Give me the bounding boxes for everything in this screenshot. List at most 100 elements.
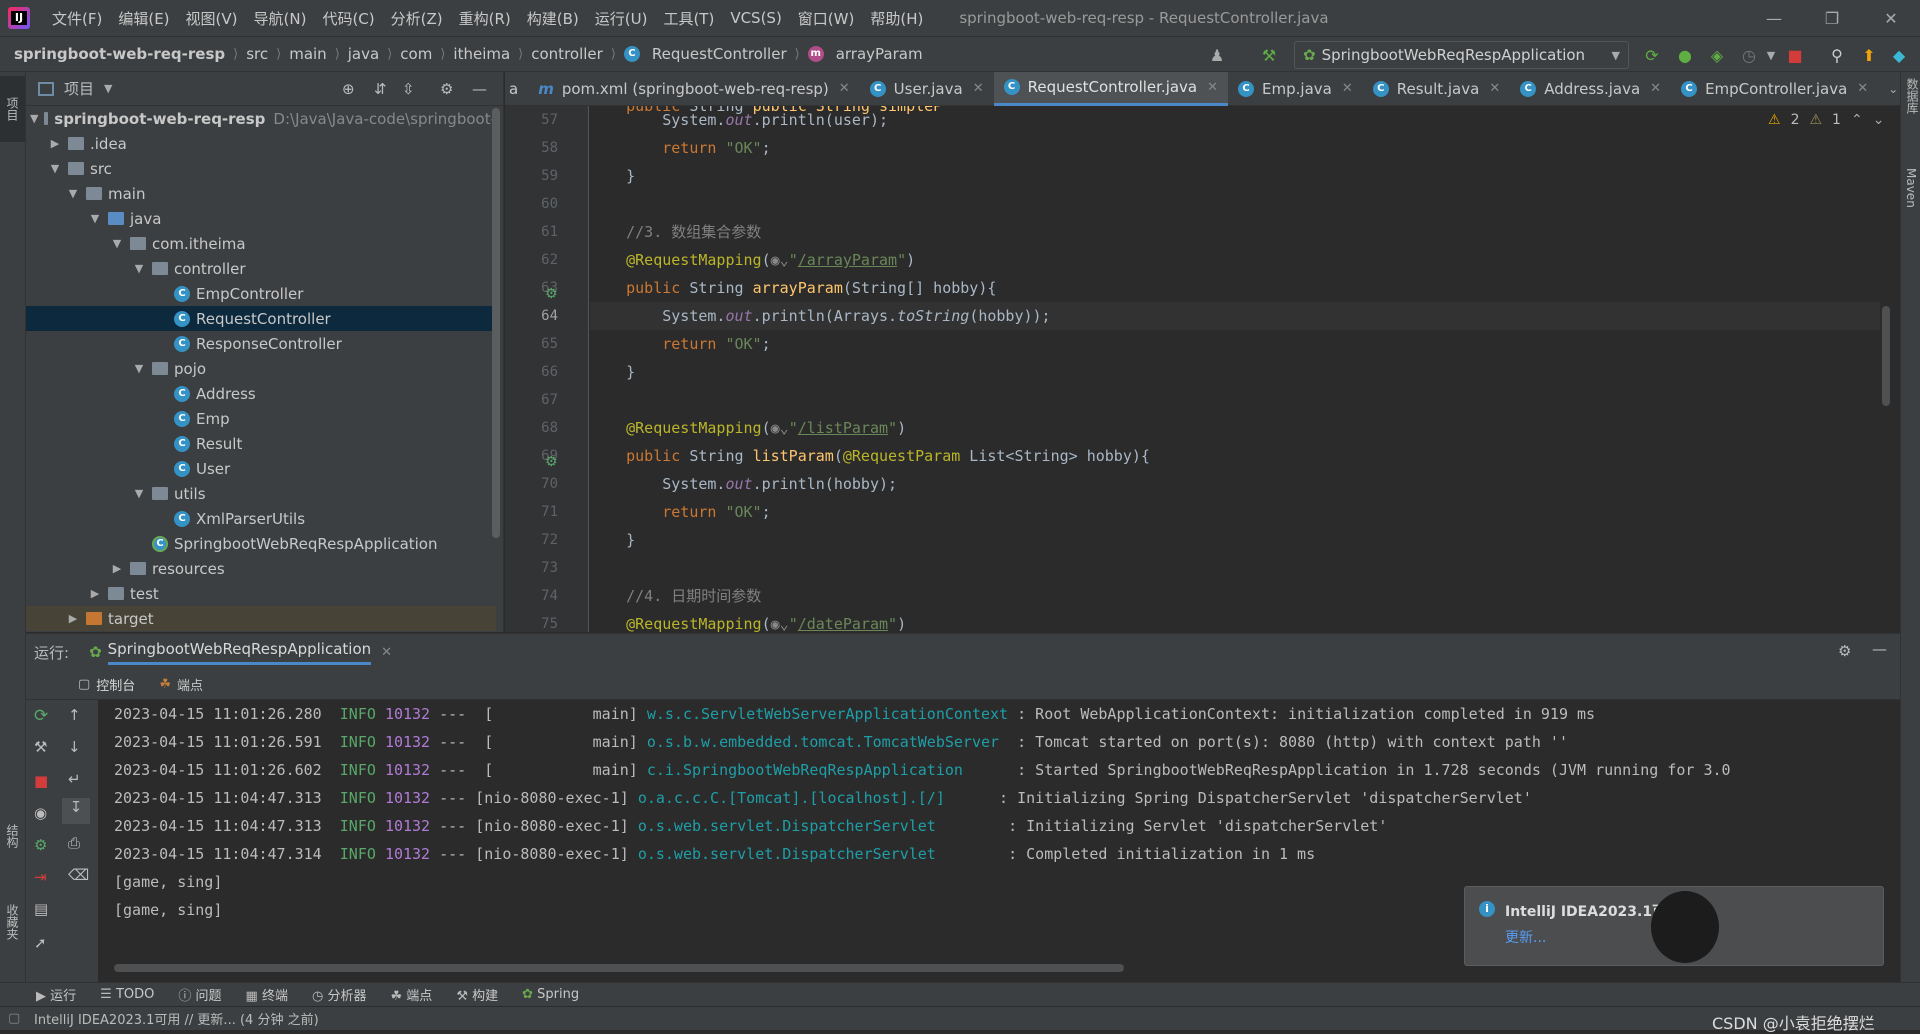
menu-view[interactable]: 视图(V) bbox=[178, 8, 246, 29]
exit-icon[interactable]: ⇥ bbox=[34, 868, 47, 886]
wrench-icon[interactable]: ⚒ bbox=[34, 738, 47, 756]
rerun-icon[interactable]: ⟳ bbox=[1641, 45, 1663, 65]
close-icon[interactable]: ✕ bbox=[1857, 81, 1868, 96]
close-icon[interactable]: ✕ bbox=[973, 81, 984, 96]
tree-item-idea[interactable]: ▶ .idea bbox=[26, 131, 496, 156]
menu-vcs[interactable]: VCS(S) bbox=[722, 9, 789, 27]
tree-item-main[interactable]: ▼ main bbox=[26, 181, 496, 206]
toolbox-icon[interactable]: ◆ bbox=[1888, 45, 1910, 65]
tab-endpoints[interactable]: 端点 bbox=[177, 675, 203, 694]
run-configuration-select[interactable]: ✿ SpringbootWebReqRespApplication ▼ bbox=[1294, 41, 1629, 69]
breadcrumb-controller[interactable]: controller bbox=[527, 45, 607, 63]
tool-endpoints[interactable]: ☘ 端点 bbox=[391, 985, 433, 1004]
menu-tools[interactable]: 工具(T) bbox=[655, 8, 722, 29]
project-tool-button[interactable]: 项目 bbox=[0, 76, 25, 142]
gear-icon[interactable]: ⚙ bbox=[440, 80, 453, 98]
tree-item-utils[interactable]: ▼ utils bbox=[26, 481, 496, 506]
maven-tool-button[interactable]: Maven bbox=[1904, 168, 1918, 212]
code-editor[interactable]: public String public String simpleP Syst… bbox=[590, 106, 1900, 632]
request-mapping-gutter-icon[interactable]: ⚙ bbox=[545, 454, 558, 470]
tree-item-resources[interactable]: ▶ resources bbox=[26, 556, 496, 581]
breadcrumb-src[interactable]: src bbox=[242, 45, 272, 63]
tab-partial[interactable]: a bbox=[505, 72, 528, 106]
tool-todo[interactable]: ☰ TODO bbox=[100, 987, 154, 1002]
update-icon[interactable]: ⬆ bbox=[1858, 45, 1880, 65]
coverage-icon[interactable]: ◈ bbox=[1706, 45, 1728, 65]
close-icon[interactable]: ✕ bbox=[1650, 81, 1661, 96]
minimize-icon[interactable]: — bbox=[1745, 0, 1803, 36]
close-icon[interactable]: ✕ bbox=[1207, 80, 1218, 95]
close-icon[interactable]: ✕ bbox=[381, 645, 392, 660]
menu-window[interactable]: 窗口(W) bbox=[790, 8, 863, 29]
tree-item-root[interactable]: ▼ springboot-web-req-resp D:\Java\Java-c… bbox=[26, 106, 496, 131]
menu-run[interactable]: 运行(U) bbox=[587, 8, 656, 29]
gear-icon[interactable]: ⚙ bbox=[1838, 642, 1851, 660]
menu-refactor[interactable]: 重构(R) bbox=[451, 8, 519, 29]
tool-terminal[interactable]: ▦ 终端 bbox=[246, 985, 288, 1004]
stop-icon[interactable]: ■ bbox=[34, 772, 48, 790]
tree-item-requestcontroller[interactable]: C RequestController bbox=[26, 306, 496, 331]
tool-problems[interactable]: ⓘ 问题 bbox=[178, 985, 221, 1004]
pin-icon[interactable]: ➚ bbox=[34, 934, 47, 952]
tree-item-responsecontroller[interactable]: C ResponseController bbox=[26, 331, 496, 356]
tree-item-result[interactable]: C Result bbox=[26, 431, 496, 456]
database-tool-button[interactable]: 数据库 bbox=[1904, 78, 1920, 118]
tree-item-src[interactable]: ▼ src bbox=[26, 156, 496, 181]
chevron-down-icon[interactable]: ▼ bbox=[104, 82, 112, 95]
tool-profiler[interactable]: ◷ 分析器 bbox=[312, 985, 367, 1004]
expand-all-icon[interactable]: ⇵ bbox=[374, 80, 387, 98]
inspection-widget[interactable]: ⚠ 2 ⚠ 1 ⌃ ⌄ bbox=[1768, 112, 1884, 128]
run-tab-app[interactable]: SpringbootWebReqRespApplication bbox=[107, 640, 372, 665]
close-window-icon[interactable]: ✕ bbox=[1862, 0, 1920, 36]
menu-help[interactable]: 帮助(H) bbox=[862, 8, 931, 29]
tab-empcontroller-java[interactable]: C EmpController.java ✕ bbox=[1671, 72, 1878, 106]
request-mapping-gutter-icon[interactable]: ⚙ bbox=[545, 286, 558, 302]
tree-item-user[interactable]: C User bbox=[26, 456, 496, 481]
menu-build[interactable]: 构建(B) bbox=[519, 8, 587, 29]
prev-issue-icon[interactable]: ⌃ bbox=[1851, 112, 1863, 128]
breadcrumb-class[interactable]: RequestController bbox=[648, 45, 791, 63]
hide-panel-icon[interactable]: — bbox=[1872, 640, 1887, 658]
menu-file[interactable]: 文件(F) bbox=[44, 8, 110, 29]
tab-pom-xml[interactable]: m pom.xml (springboot-web-req-resp) ✕ bbox=[528, 72, 859, 106]
update-link[interactable]: 更新... bbox=[1505, 927, 1546, 947]
tab-result-java[interactable]: C Result.java ✕ bbox=[1363, 72, 1510, 106]
debug-icon[interactable]: ● bbox=[1674, 45, 1696, 65]
arrow-down-icon[interactable]: ↓ bbox=[68, 738, 81, 756]
scroll-to-end-icon[interactable]: ↧ bbox=[62, 798, 90, 824]
breadcrumb-method[interactable]: arrayParam bbox=[832, 45, 927, 63]
next-issue-icon[interactable]: ⌄ bbox=[1873, 112, 1885, 128]
build-hammer-icon[interactable]: ⚒ bbox=[1258, 45, 1280, 65]
user-icon[interactable]: ♟ bbox=[1206, 45, 1228, 65]
tree-item-emp[interactable]: C Emp bbox=[26, 406, 496, 431]
locate-icon[interactable]: ⊕ bbox=[342, 80, 355, 98]
breadcrumb-project[interactable]: springboot-web-req-resp bbox=[0, 45, 229, 63]
profile-icon[interactable]: ◷ bbox=[1738, 45, 1760, 65]
tab-emp-java[interactable]: C Emp.java ✕ bbox=[1228, 72, 1363, 106]
menu-navigate[interactable]: 导航(N) bbox=[246, 8, 315, 29]
menu-analyze[interactable]: 分析(Z) bbox=[383, 8, 451, 29]
debug-icon[interactable]: ⚙ bbox=[34, 836, 47, 854]
tree-item-target[interactable]: ▶ target bbox=[26, 606, 496, 631]
tool-spring[interactable]: ✿ Spring bbox=[522, 987, 579, 1002]
hide-panel-icon[interactable]: — bbox=[472, 80, 487, 98]
soft-wrap-icon[interactable]: ↵ bbox=[68, 770, 81, 788]
arrow-up-icon[interactable]: ↑ bbox=[68, 706, 81, 724]
collapse-all-icon[interactable]: ⇳ bbox=[402, 80, 415, 98]
tree-item-test[interactable]: ▶ test bbox=[26, 581, 496, 606]
tree-scrollbar[interactable] bbox=[492, 108, 500, 538]
tree-item-xmlparserutils[interactable]: C XmlParserUtils bbox=[26, 506, 496, 531]
menu-edit[interactable]: 编辑(E) bbox=[110, 8, 177, 29]
rerun-icon[interactable]: ⟳ bbox=[34, 706, 48, 726]
breadcrumb-java[interactable]: java bbox=[344, 45, 383, 63]
status-message[interactable]: IntelliJ IDEA2023.1可用 // 更新... (4 分钟 之前) bbox=[34, 1009, 319, 1028]
restore-icon[interactable]: ❐ bbox=[1803, 0, 1861, 36]
tab-console[interactable]: 控制台 bbox=[96, 675, 135, 694]
close-icon[interactable]: ✕ bbox=[839, 81, 850, 96]
console-hscrollbar[interactable] bbox=[114, 964, 1124, 972]
tree-item-pojo[interactable]: ▼ pojo bbox=[26, 356, 496, 381]
print-icon[interactable]: ⎙ bbox=[68, 834, 80, 852]
tree-item-empcontroller[interactable]: C EmpController bbox=[26, 281, 496, 306]
tree-item-java[interactable]: ▼ java bbox=[26, 206, 496, 231]
search-icon[interactable]: ⚲ bbox=[1826, 45, 1848, 65]
